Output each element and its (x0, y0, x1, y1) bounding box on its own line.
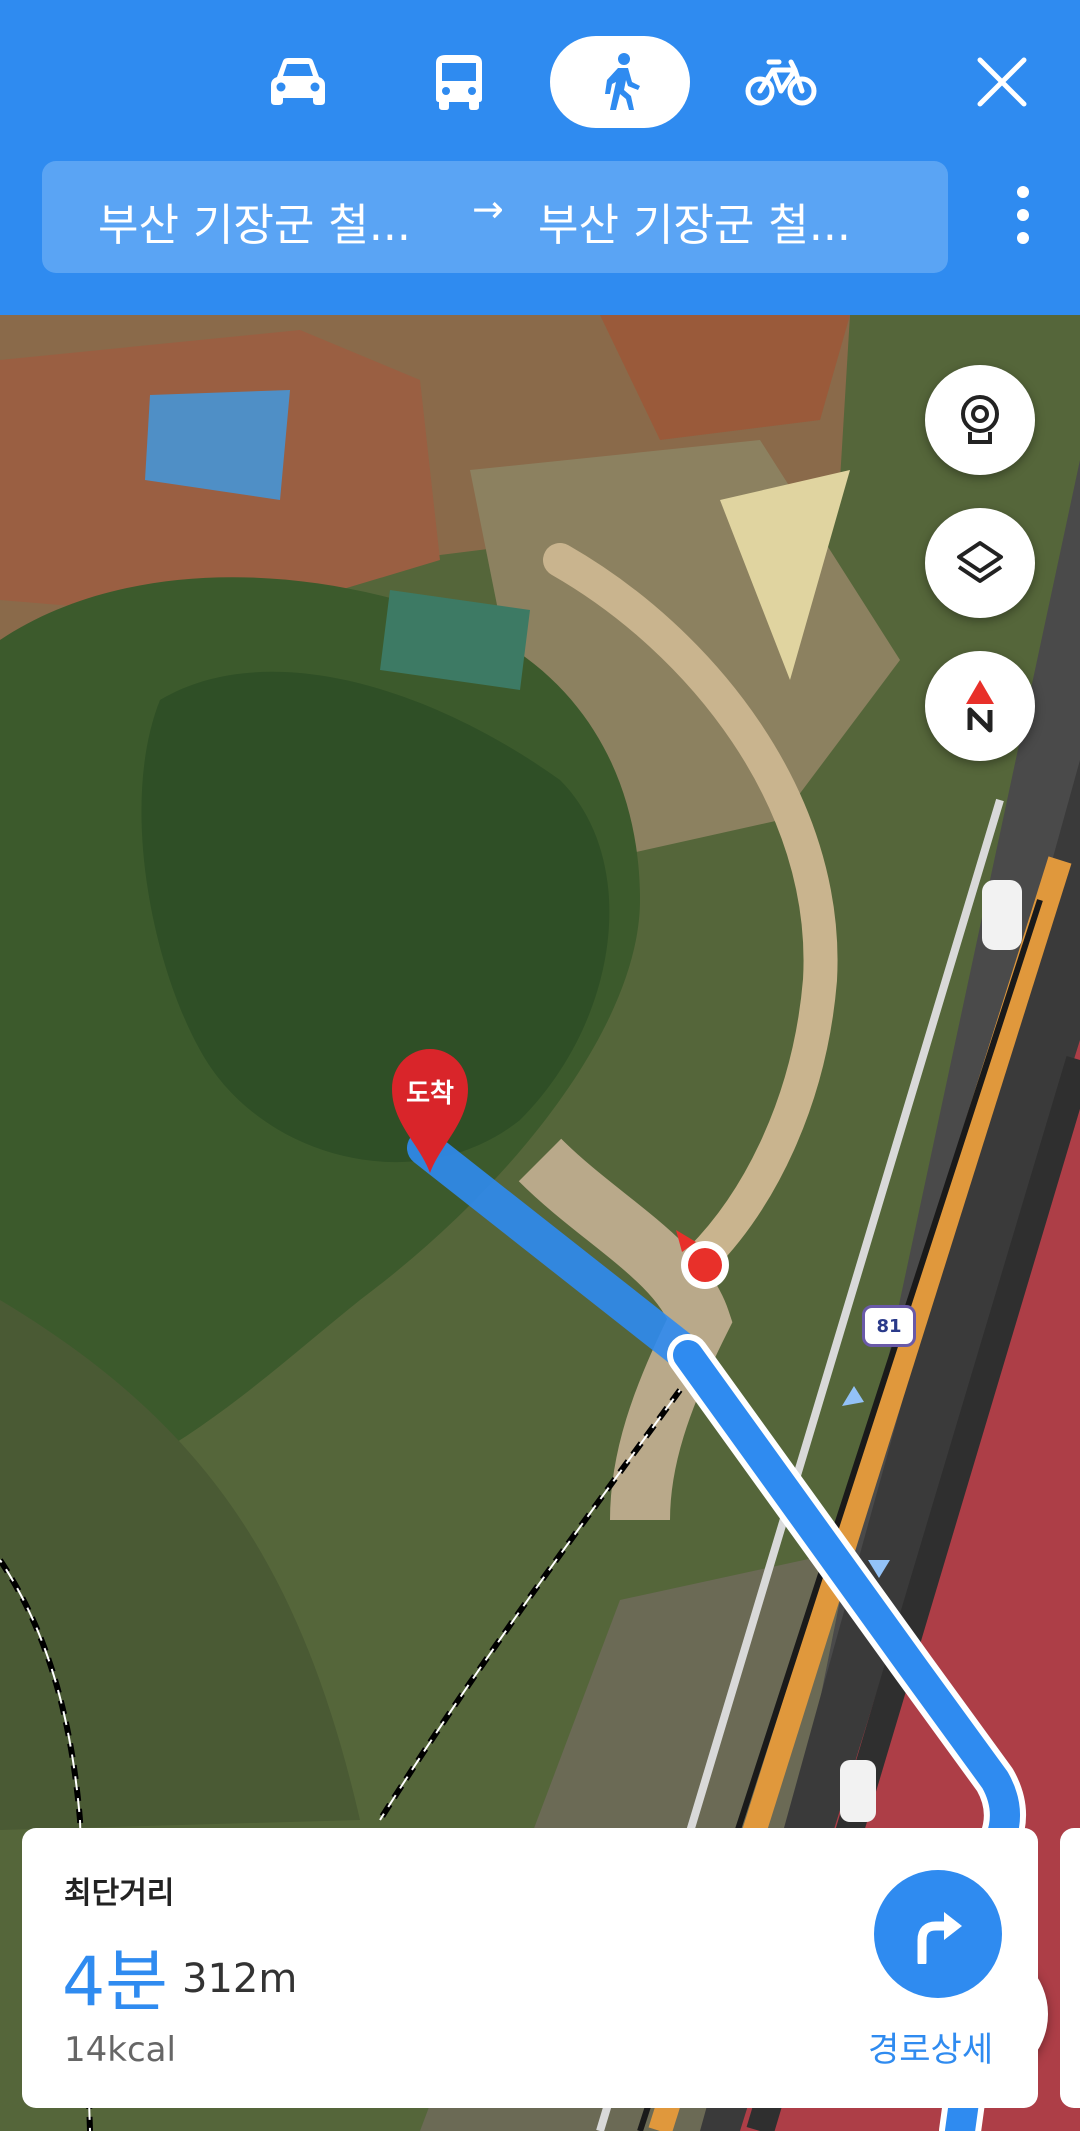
bike-mode-button[interactable] (711, 36, 851, 128)
origin-text[interactable]: 부산 기장군 철... (98, 189, 411, 253)
next-route-card[interactable] (1060, 1828, 1080, 2108)
route-summary-card[interactable]: 최단거리 4분 312m 14kcal 경로상세 (22, 1828, 1038, 2108)
road-shield-81: 81 (862, 1305, 916, 1347)
destination-text[interactable]: 부산 기장군 철... (538, 189, 851, 253)
destination-pin[interactable]: 도착 (388, 1045, 472, 1175)
route-detail-button[interactable] (874, 1870, 1002, 1998)
turn-right-icon (917, 1912, 962, 1964)
close-button[interactable] (960, 40, 1044, 124)
route-arrow: → (472, 187, 504, 231)
travel-distance: 312m (182, 1956, 298, 2002)
cctv-icon (961, 395, 999, 444)
route-input[interactable]: 부산 기장군 철... → 부산 기장군 철... (42, 161, 948, 273)
route-type-label: 최단거리 (64, 1876, 175, 1911)
travel-time: 4분 (62, 1943, 168, 2022)
layers-icon (957, 541, 1003, 583)
layers-button[interactable] (925, 508, 1035, 618)
walk-mode-button[interactable] (550, 36, 690, 128)
bike-icon (745, 59, 817, 106)
close-icon (977, 57, 1027, 107)
car-icon (271, 58, 325, 105)
cctv-button[interactable] (925, 365, 1035, 475)
more-menu-icon[interactable] (1008, 180, 1038, 250)
destination-pin-icon (392, 1049, 468, 1173)
car-mode-button[interactable] (228, 36, 368, 128)
calories: 14kcal (64, 2030, 176, 2070)
destination-pin-label: 도착 (406, 1079, 454, 1109)
compass-icon (966, 680, 994, 733)
walk-icon (605, 53, 640, 110)
top-bar: 부산 기장군 철... → 부산 기장군 철... (0, 0, 1080, 315)
compass-button[interactable] (925, 651, 1035, 761)
bus-mode-button[interactable] (389, 36, 529, 128)
bus-icon (436, 55, 482, 110)
route-detail-label[interactable]: 경로상세 (868, 2022, 993, 2071)
